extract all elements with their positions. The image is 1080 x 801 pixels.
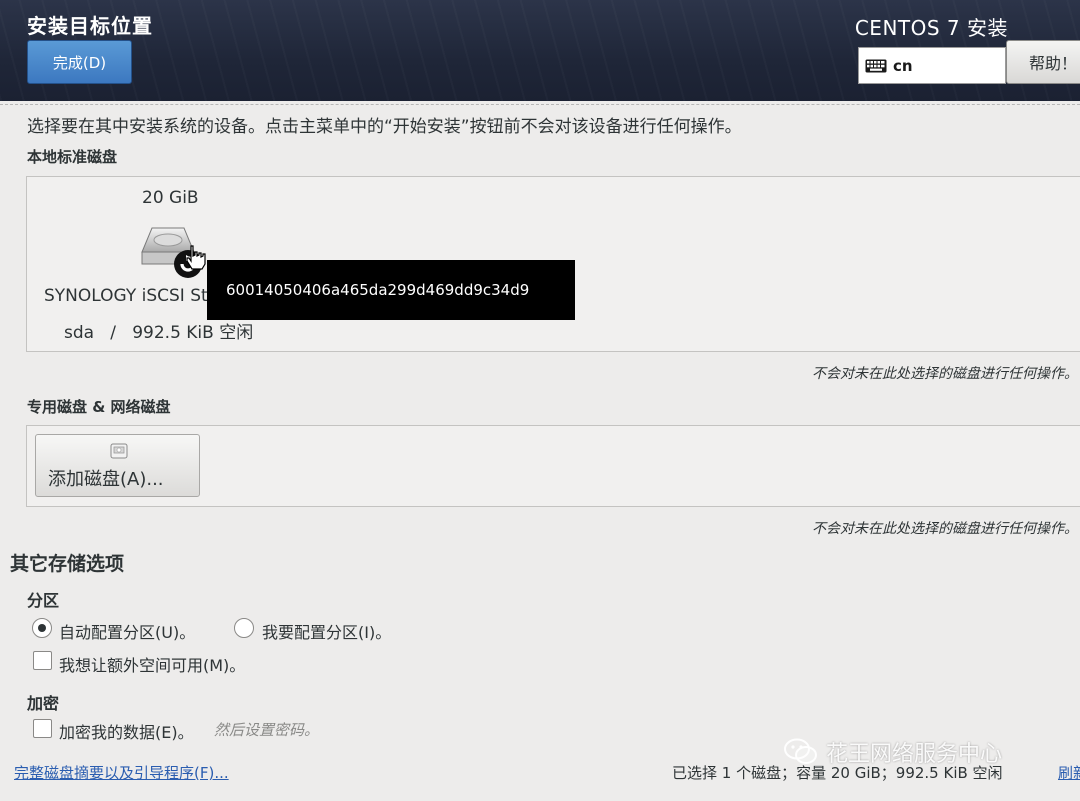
wechat-icon xyxy=(784,738,817,764)
encrypt-checkbox[interactable] xyxy=(33,719,52,738)
disk-serial-tooltip: 60014050406a465da299d469dd9c34d9 xyxy=(207,260,575,320)
encryption-heading: 加密 xyxy=(27,694,60,713)
spoke-title: 安装目标位置 xyxy=(27,14,153,38)
local-disks-heading: 本地标准磁盘 xyxy=(27,148,118,166)
encrypt-hint: 然后设置密码。 xyxy=(214,721,320,739)
radio-selected-dot xyxy=(38,624,46,632)
keyboard-icon xyxy=(865,59,887,72)
auto-partition-radio[interactable] xyxy=(32,618,52,638)
encrypt-label[interactable]: 加密我的数据(E)。 xyxy=(59,719,194,743)
specialized-disks-heading: 专用磁盘 & 网络磁盘 xyxy=(27,398,171,416)
header-separator xyxy=(0,104,1080,105)
intro-text: 选择要在其中安装系统的设备。点击主菜单中的“开始安装”按钮前不会对该设备进行任何… xyxy=(27,117,742,137)
add-disk-icon xyxy=(110,443,128,459)
manual-partition-label[interactable]: 我要配置分区(I)。 xyxy=(262,619,391,643)
add-disk-button[interactable]: 添加磁盘(A)... xyxy=(35,434,200,497)
disk-size: 20 GiB xyxy=(142,188,199,208)
disk-summary-link[interactable]: 完整磁盘摘要以及引导程序(F)... xyxy=(14,762,229,783)
done-button[interactable]: 完成(D) xyxy=(27,40,132,84)
disk-model-name: SYNOLOGY iSCSI Storage xyxy=(44,286,212,306)
extra-space-checkbox[interactable] xyxy=(33,651,52,670)
disk-device-info: sda / 992.5 KiB 空闲 xyxy=(64,323,254,343)
partitioning-heading: 分区 xyxy=(27,591,60,610)
add-disk-label: 添加磁盘(A)... xyxy=(48,469,164,490)
specialized-disks-note: 不会对未在此处选择的磁盘进行任何操作。 xyxy=(812,521,1078,537)
local-disks-note: 不会对未在此处选择的磁盘进行任何操作。 xyxy=(812,366,1078,382)
help-button[interactable]: 帮助！ xyxy=(1006,40,1080,84)
extra-space-label[interactable]: 我想让额外空间可用(M)。 xyxy=(59,652,245,676)
auto-partition-label[interactable]: 自动配置分区(U)。 xyxy=(59,619,195,643)
watermark-text: 花王网络服务中心 xyxy=(826,742,1003,767)
hand-cursor-icon xyxy=(186,245,206,270)
keyboard-layout-label: cn xyxy=(893,56,913,75)
other-storage-heading: 其它存储选项 xyxy=(10,553,125,575)
header-bar: 安装目标位置 完成(D) CENTOS 7 安装 cn 帮助！ xyxy=(0,0,1080,101)
refresh-link[interactable]: 刷新 xyxy=(1058,762,1080,783)
keyboard-layout-indicator[interactable]: cn xyxy=(858,47,1006,84)
manual-partition-radio[interactable] xyxy=(234,618,254,638)
watermark: 花王网络服务中心 xyxy=(784,734,1002,770)
product-title: CENTOS 7 安装 xyxy=(854,16,1008,40)
